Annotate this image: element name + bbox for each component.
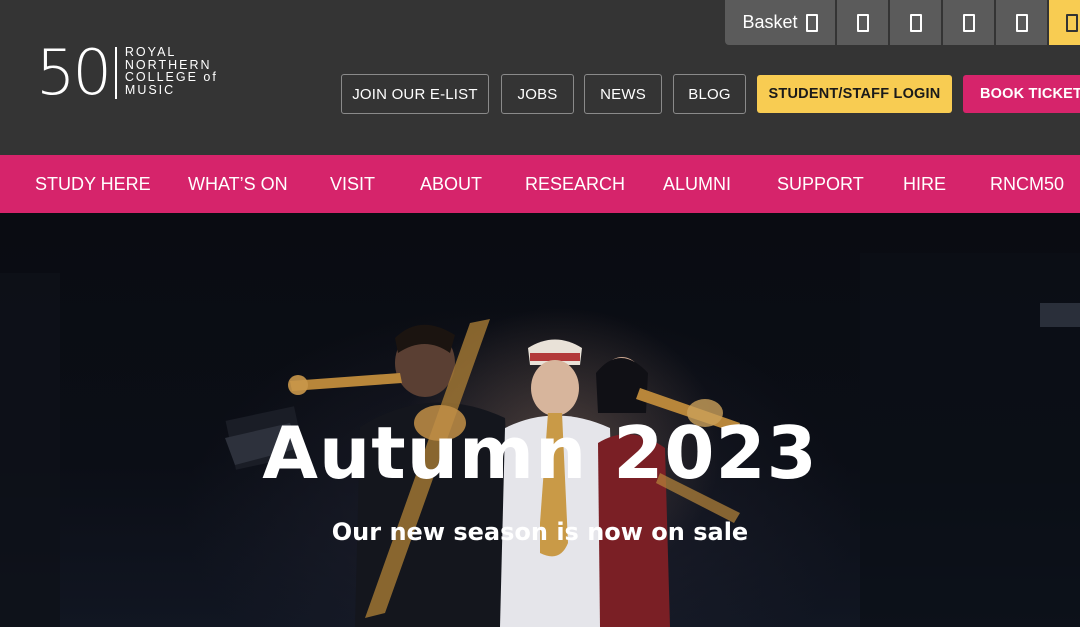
hero-title: Autumn 2023 [262, 411, 818, 495]
nav-item-alumni[interactable]: ALUMNI [663, 155, 731, 213]
nav-item-study-here[interactable]: STUDY HERE [35, 155, 151, 213]
utility-button-3[interactable] [943, 0, 994, 45]
nav-item-support[interactable]: SUPPORT [777, 155, 864, 213]
basket-label: Basket [742, 12, 798, 32]
hero-banner[interactable]: Autumn 2023 Our new season is now on sal… [0, 213, 1080, 627]
blog-button[interactable]: BLOG [673, 74, 746, 114]
nav-item-visit[interactable]: VISIT [330, 155, 375, 213]
site-header: 50 ROYAL NORTHERN COLLEGE of MUSIC Baske… [0, 0, 1080, 155]
utility-icon-4 [1015, 13, 1028, 32]
logo-line-music: MUSIC [124, 82, 176, 97]
basket-icon [805, 13, 818, 32]
utility-icon-5 [1066, 13, 1078, 32]
utility-button-2[interactable] [890, 0, 941, 45]
news-button[interactable]: NEWS [584, 74, 662, 114]
rncm-logo[interactable]: 50 ROYAL NORTHERN COLLEGE of MUSIC [36, 36, 218, 109]
utility-button-4[interactable] [996, 0, 1047, 45]
main-nav: STUDY HERE WHAT’S ON VISIT ABOUT RESEARC… [0, 155, 1080, 213]
utility-icon-3 [962, 13, 975, 32]
logo-line-royal: ROYAL [124, 45, 177, 59]
book-tickets-button[interactable]: BOOK TICKETS [963, 75, 1080, 113]
utility-button-1[interactable] [837, 0, 888, 45]
nav-item-research[interactable]: RESEARCH [525, 155, 625, 213]
logo-divider [114, 47, 117, 99]
logo-wordmark: ROYAL NORTHERN COLLEGE of MUSIC [125, 45, 218, 96]
utility-icon-1 [856, 13, 869, 32]
student-staff-login-button[interactable]: STUDENT/STAFF LOGIN [757, 75, 952, 113]
hero-subtitle: Our new season is now on sale [331, 518, 749, 546]
utility-icon-2 [909, 13, 922, 32]
nav-item-about[interactable]: ABOUT [420, 155, 482, 213]
nav-item-hire[interactable]: HIRE [903, 155, 946, 213]
logo-line-college: COLLEGE of [124, 70, 218, 84]
logo-number: 50 [36, 36, 112, 109]
join-elist-button[interactable]: JOIN OUR E-LIST [341, 74, 489, 114]
utility-button-5[interactable] [1049, 0, 1080, 45]
jobs-button[interactable]: JOBS [501, 74, 574, 114]
nav-item-whats-on[interactable]: WHAT’S ON [188, 155, 288, 213]
nav-item-rncm50[interactable]: RNCM50 [990, 155, 1064, 213]
utility-bar: Basket [725, 0, 1080, 45]
basket-button[interactable]: Basket [725, 0, 835, 45]
page: 50 ROYAL NORTHERN COLLEGE of MUSIC Baske… [0, 0, 1080, 627]
